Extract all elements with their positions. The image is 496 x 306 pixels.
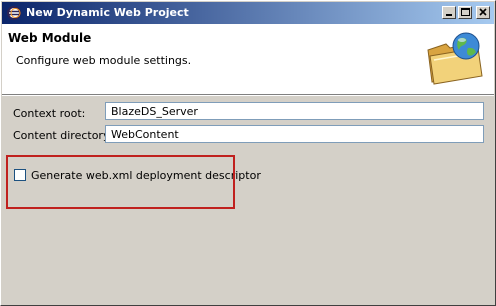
banner-separator <box>2 95 494 96</box>
dialog-window: New Dynamic Web Project Web Module Confi… <box>0 0 496 306</box>
page-description: Configure web module settings. <box>16 54 192 67</box>
wizard-banner: Web Module Configure web module settings… <box>2 24 494 95</box>
window-title: New Dynamic Web Project <box>26 6 189 19</box>
folder-globe-icon <box>424 30 488 86</box>
close-button[interactable] <box>476 6 490 19</box>
eclipse-icon <box>6 5 22 21</box>
content-directory-label: Content directory: <box>13 129 113 142</box>
minimize-icon <box>446 14 452 16</box>
content-directory-input[interactable]: WebContent <box>105 125 484 143</box>
minimize-button[interactable] <box>442 6 456 19</box>
title-bar[interactable]: New Dynamic Web Project <box>2 2 494 24</box>
maximize-icon <box>461 8 470 16</box>
context-root-input[interactable]: BlazeDS_Server <box>105 102 484 120</box>
annotation-highlight-box <box>6 155 235 209</box>
page-title: Web Module <box>8 31 92 45</box>
close-icon <box>479 8 487 16</box>
context-root-label: Context root: <box>13 107 86 120</box>
maximize-button[interactable] <box>458 6 472 19</box>
